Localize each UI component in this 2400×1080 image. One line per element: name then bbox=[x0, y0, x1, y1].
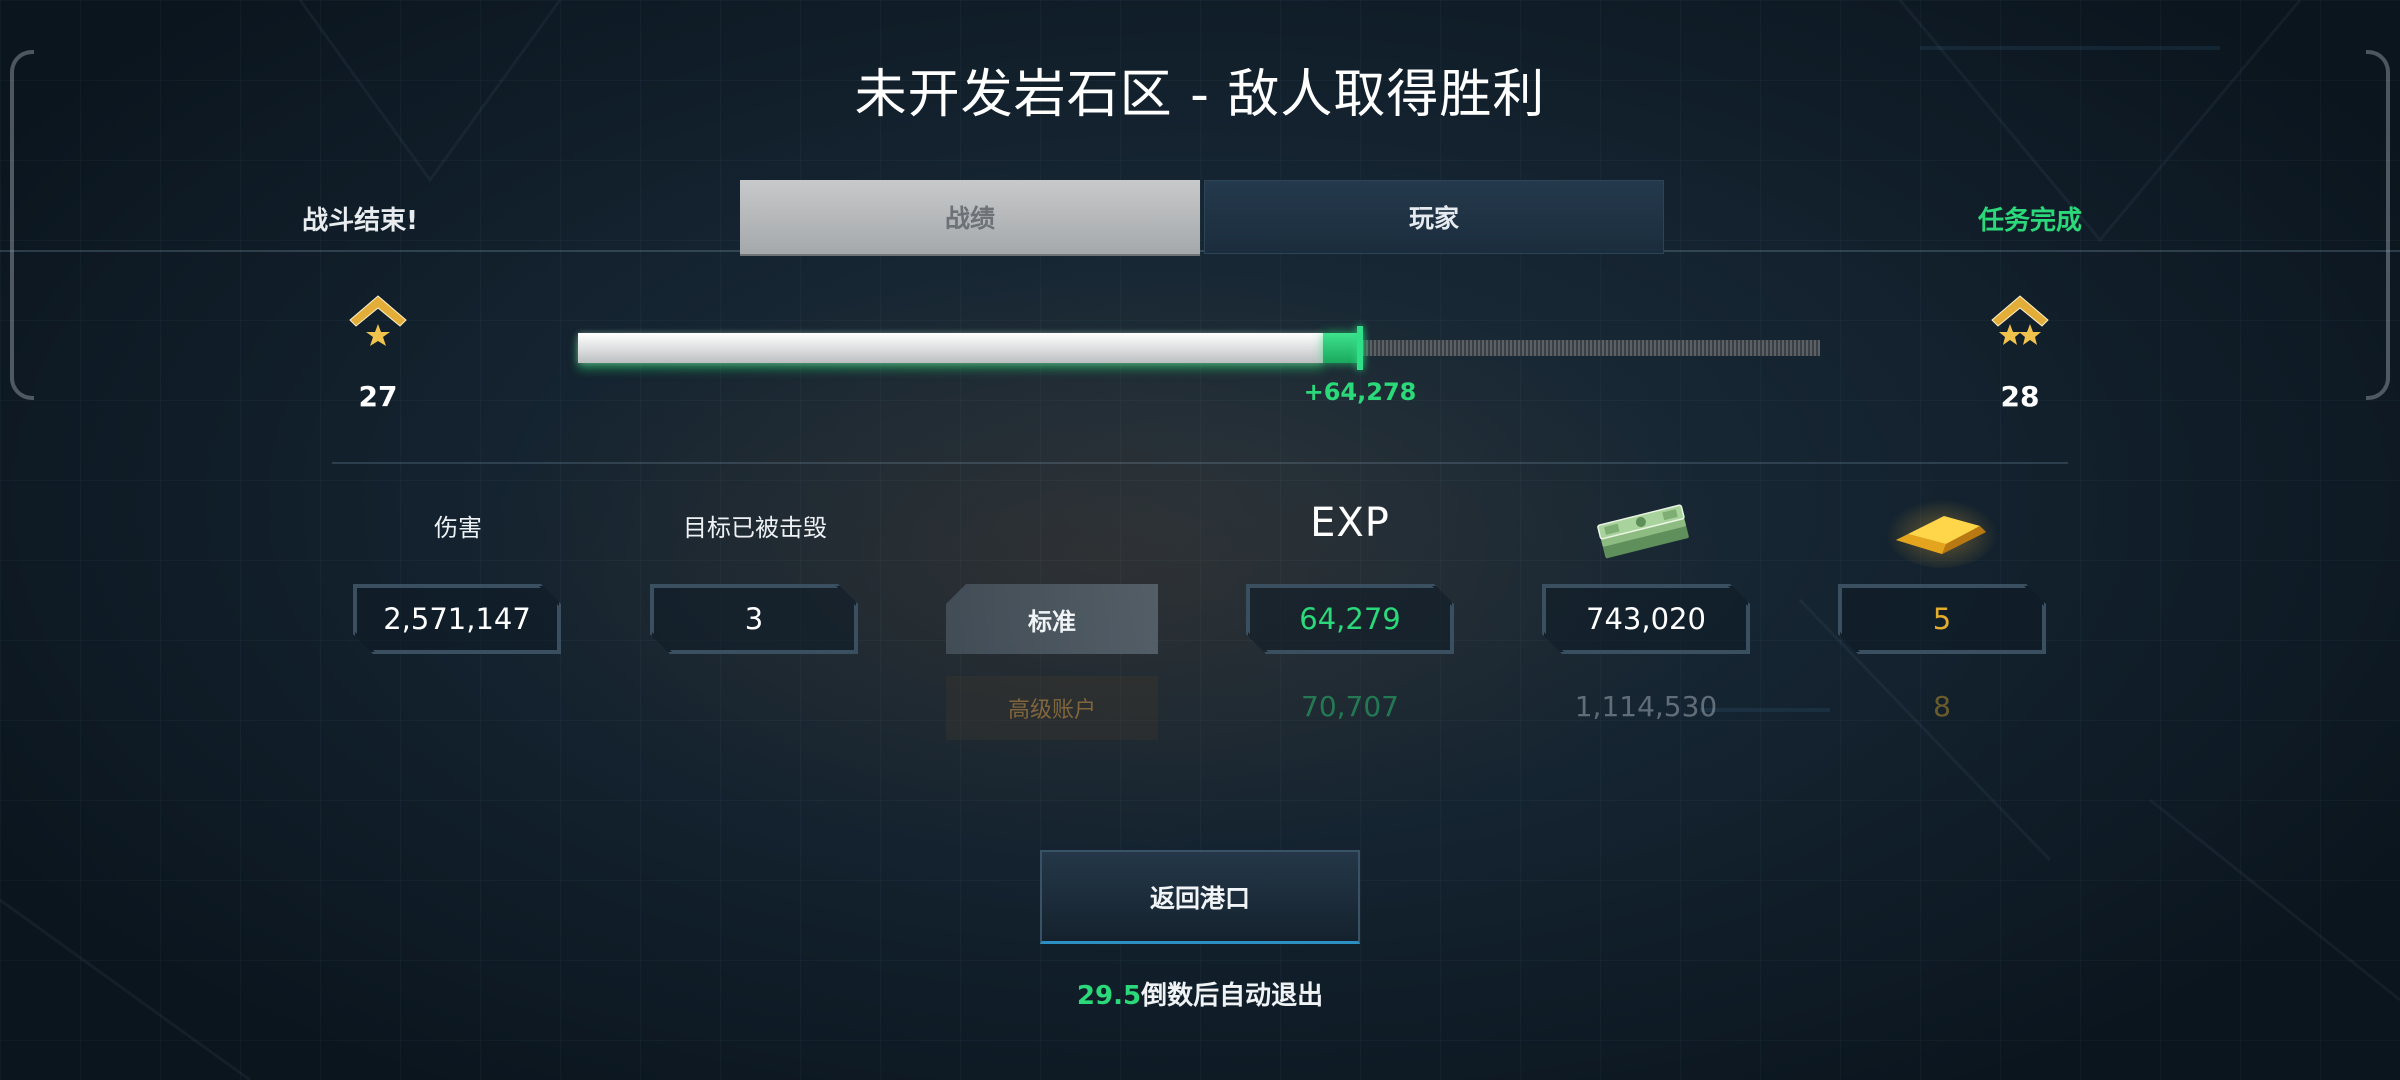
exp-progress-base bbox=[578, 333, 1323, 363]
standard-credits-value: 743,020 bbox=[1542, 584, 1750, 654]
damage-value: 2,571,147 bbox=[353, 584, 561, 654]
exp-progress-marker bbox=[1357, 326, 1363, 370]
next-rank bbox=[1980, 290, 2060, 354]
cash-stack-icon bbox=[1586, 490, 1706, 570]
countdown-seconds: 29.5 bbox=[1076, 981, 1142, 1011]
premium-exp-value: 70,707 bbox=[1301, 690, 1399, 723]
premium-gold-value: 8 bbox=[1933, 690, 1951, 723]
damage-header: 伤害 bbox=[434, 514, 482, 542]
exp-gain-label: +64,278 bbox=[1303, 378, 1417, 406]
rank-chevron-two-star-icon bbox=[1991, 295, 2049, 345]
exp-progress-gain bbox=[1323, 333, 1360, 363]
current-level: 27 bbox=[358, 380, 398, 413]
standard-exp-value: 64,279 bbox=[1246, 584, 1454, 654]
kills-value: 3 bbox=[650, 584, 858, 654]
gold-bar-icon bbox=[1882, 490, 2002, 570]
auto-exit-countdown: 29.5倒数后自动退出 bbox=[0, 975, 2400, 1012]
return-to-port-button[interactable]: 返回港口 bbox=[1040, 850, 1360, 944]
standard-reward-label: 标准 bbox=[946, 584, 1158, 654]
countdown-text: 倒数后自动退出 bbox=[1141, 981, 1324, 1011]
battle-over-label: 战斗结束! bbox=[302, 206, 418, 236]
kills-header: 目标已被击毁 bbox=[683, 514, 827, 542]
rank-chevron-one-star-icon bbox=[349, 295, 407, 346]
exp-header: EXP bbox=[1310, 500, 1390, 546]
header-divider bbox=[0, 250, 2400, 252]
mission-complete-label: 任务完成 bbox=[1977, 206, 2082, 236]
next-level: 28 bbox=[2000, 380, 2040, 413]
tab-players[interactable]: 玩家 bbox=[1204, 180, 1664, 254]
tab-results[interactable]: 战绩 bbox=[740, 180, 1200, 254]
premium-account-label[interactable]: 高级账户 bbox=[946, 676, 1158, 740]
battle-title: 未开发岩石区 - 敌人取得胜利 bbox=[854, 65, 1546, 125]
standard-gold-value: 5 bbox=[1838, 584, 2046, 654]
current-rank bbox=[338, 290, 418, 354]
premium-credits-value: 1,114,530 bbox=[1574, 690, 1718, 723]
stats-divider bbox=[332, 462, 2068, 464]
